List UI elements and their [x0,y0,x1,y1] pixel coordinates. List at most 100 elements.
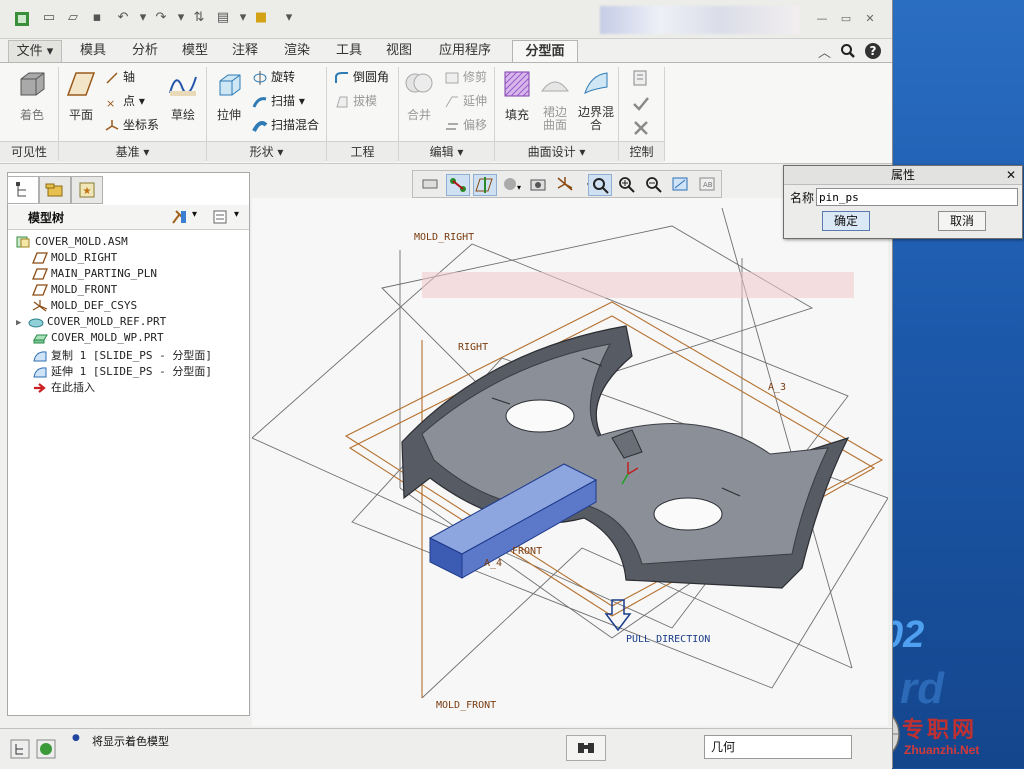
tab-applications[interactable]: 应用程序 [430,40,500,62]
minimize-button[interactable]: — [814,12,830,25]
tree-item[interactable]: 在此插入 [32,379,95,395]
fill-button[interactable]: 填充 [500,69,534,123]
tab-render[interactable]: 渲染 [276,40,318,62]
extend-button[interactable]: 延伸 [444,91,487,111]
sketch-button[interactable]: 草绘 [164,69,202,123]
swept-blend-button[interactable]: 扫描混合 [252,115,319,135]
tree-item[interactable]: ▶ COVER_MOLD_REF.PRT [16,315,166,331]
ok-check-icon[interactable] [632,95,650,113]
regenerate-icon[interactable]: ⇅ [190,10,208,26]
group-label-surface-design[interactable]: 曲面设计 ▾ [495,141,618,162]
name-field[interactable] [816,188,1018,206]
redo-icon[interactable]: ↷ [152,10,170,26]
annotation-display-icon[interactable]: AB [696,174,718,194]
merge-button[interactable]: 合并 [402,69,436,123]
cancel-x-icon[interactable] [632,119,650,137]
close-window-icon[interactable]: ■ [252,10,270,26]
redo-menu-icon[interactable]: ▾ [172,10,190,26]
axis-button[interactable]: 轴 [104,67,135,87]
graphics-window[interactable]: MOLD_RIGHT RIGHT A_3 A_4 FRONT MOLD_FRON… [251,198,889,726]
refit-icon[interactable] [588,174,612,196]
round-button[interactable]: 倒圆角 [334,67,389,87]
tree-item[interactable]: MAIN_PARTING_PLN [32,267,157,283]
repaint-icon[interactable] [669,174,691,194]
dialog-close-icon[interactable]: ✕ [1006,168,1016,182]
open-icon[interactable]: ▱ [64,10,82,26]
boundary-blend-button[interactable]: 边界混合 [578,69,614,132]
maximize-button[interactable]: ▭ [838,12,854,25]
collapse-ribbon-icon[interactable]: ︿ [818,42,831,61]
revolve-button[interactable]: 旋转 [252,67,295,87]
svg-text:▾: ▾ [517,183,521,192]
label-a4: A_4 [484,558,502,569]
group-label-datum[interactable]: 基准 ▾ [59,141,206,162]
extrude-button[interactable]: 拉伸 [210,69,248,123]
tab-annotate[interactable]: 注释 [224,40,266,62]
trim-button[interactable]: 修剪 [444,67,487,87]
properties-icon[interactable] [632,69,650,87]
search-icon[interactable] [840,43,856,59]
ok-button[interactable]: 确定 [822,211,870,231]
tree-item[interactable]: COVER_MOLD.ASM [16,235,128,251]
windows-menu-icon[interactable]: ▾ [234,10,252,26]
offset-button[interactable]: 偏移 [444,115,487,135]
tree-item[interactable]: MOLD_DEF_CSYS [32,299,137,315]
cancel-button[interactable]: 取消 [938,211,986,231]
help-icon[interactable]: ? [864,42,882,60]
tab-file[interactable]: 文件 ▾ [8,40,62,63]
tab-analysis[interactable]: 分析 [124,40,166,62]
group-label-shapes[interactable]: 形状 ▾ [207,141,326,162]
saved-views-icon[interactable] [527,174,549,194]
show-navigator-icon[interactable] [10,739,30,759]
customize-qa-icon[interactable]: ▾ [280,10,298,26]
tab-model[interactable]: 模型 [174,40,216,62]
plane-display-icon[interactable] [473,174,497,196]
tree-tools-menu-icon[interactable]: ▾ [192,209,197,220]
tree-item[interactable]: MOLD_FRONT [32,283,117,299]
tab-tools[interactable]: 工具 [328,40,370,62]
tab-view[interactable]: 视图 [378,40,420,62]
tree-settings-menu-icon[interactable]: ▾ [234,209,239,220]
tree-item[interactable]: 复制 1 [SLIDE_PS - 分型面] [32,347,212,363]
show-browser-icon[interactable] [36,739,56,759]
plane-button[interactable]: 平面 [62,69,100,123]
spin-center-icon[interactable]: ▾ [500,174,522,194]
mold-3d-view[interactable]: MOLD_RIGHT RIGHT A_3 A_4 FRONT MOLD_FRON… [251,198,889,726]
creo-window: ▭ ▱ ▪ ↶ ▾ ↷ ▾ ⇅ ▤ ▾ ■ ▾ — ▭ ✕ 文件 ▾ 模具 分析… [0,0,893,769]
csys-display-icon[interactable] [554,174,576,194]
tab-mold[interactable]: 模具 [72,40,114,62]
zoom-out-icon[interactable] [642,174,664,194]
zoom-in-icon[interactable] [615,174,637,194]
view-manager-icon[interactable] [419,174,441,194]
point-icon: × [106,97,115,109]
shade-button[interactable]: 着色 [12,69,52,123]
datum-display-icon[interactable] [446,174,470,196]
tab-parting-surface[interactable]: 分型面 [512,40,578,64]
tree-settings-icon[interactable] [212,209,230,225]
sweep-button[interactable]: 扫描 ▾ [252,91,305,111]
geometry-filter-select[interactable]: 几何 [704,735,852,759]
tree-tools-icon[interactable] [170,209,188,225]
surface-icon [33,351,47,362]
tree-item[interactable]: MOLD_RIGHT [32,251,117,267]
draft-button[interactable]: 拔模 [334,91,377,111]
tree-item[interactable]: 延伸 1 [SLIDE_PS - 分型面] [32,363,212,379]
close-button[interactable]: ✕ [862,12,878,25]
csys-button[interactable]: 坐标系 [104,115,159,135]
save-icon[interactable]: ▪ [88,10,106,26]
point-button[interactable]: × 点 ▾ [104,91,145,111]
group-label-editing[interactable]: 编辑 ▾ [399,141,494,162]
tab-model-tree[interactable] [7,176,39,204]
skirt-surface-button[interactable]: 裙边曲面 [538,69,572,132]
tab-folder-browser[interactable] [39,176,71,204]
csys-icon [105,119,119,131]
windows-icon[interactable]: ▤ [214,10,232,26]
undo-icon[interactable]: ↶ [114,10,132,26]
new-icon[interactable]: ▭ [40,10,58,26]
tab-favorites[interactable]: ★ [71,176,103,204]
expand-arrow-icon[interactable]: ▶ [16,318,28,328]
selection-filter-button[interactable] [566,735,606,761]
tree-item[interactable]: COVER_MOLD_WP.PRT [32,331,164,347]
undo-menu-icon[interactable]: ▾ [134,10,152,26]
draft-icon [336,96,348,107]
